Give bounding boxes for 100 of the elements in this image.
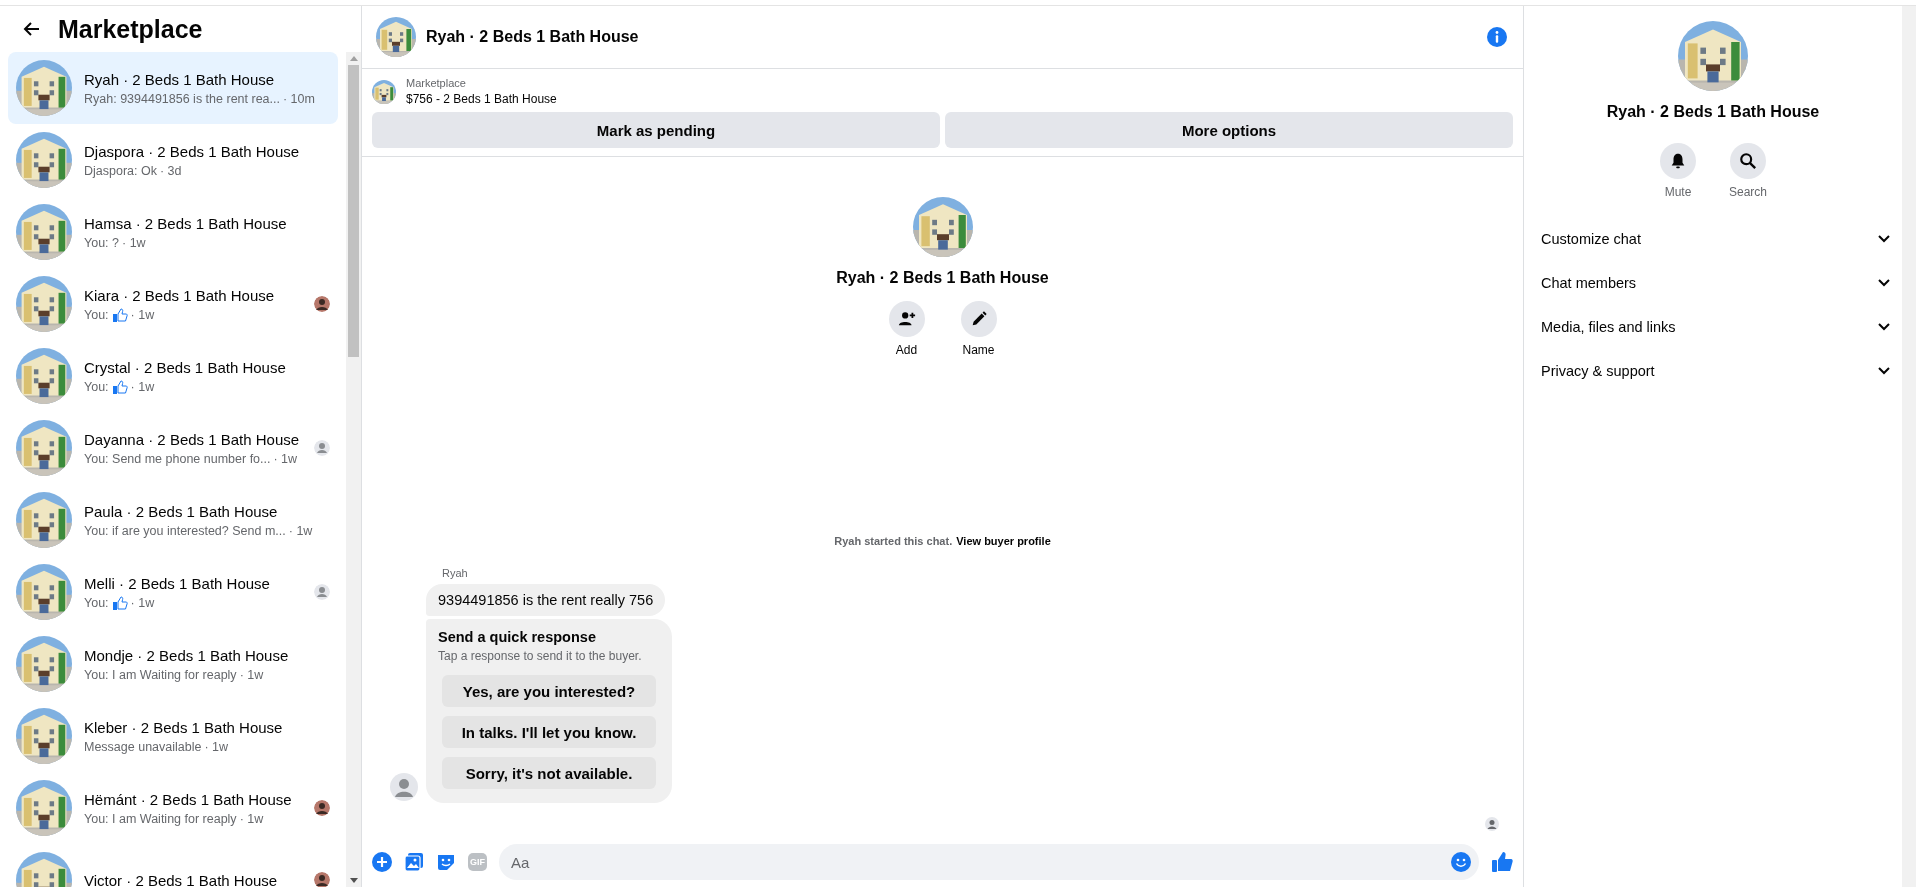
conversation-item[interactable]: Paula · 2 Beds 1 Bath House You: if are you interested? Send m... · 1w xyxy=(8,484,338,556)
conversation-item[interactable]: Kiara · 2 Beds 1 Bath House You: · 1w xyxy=(8,268,338,340)
conversation-item[interactable]: Melli · 2 Beds 1 Bath House You: · 1w xyxy=(8,556,338,628)
action-label: Name xyxy=(962,343,995,357)
conversation-item[interactable]: Mondje · 2 Beds 1 Bath House You: I am Waiting for reaply · 1w xyxy=(8,628,338,700)
action-button[interactable]: More options xyxy=(945,112,1513,148)
thumbs-up-icon[interactable] xyxy=(1491,851,1513,873)
section-label: Customize chat xyxy=(1541,231,1641,247)
message-preview: You: ? xyxy=(84,235,119,250)
quick-reply-button[interactable]: In talks. I'll let you know. xyxy=(442,716,656,748)
conversation-item[interactable]: Ryah · 2 Beds 1 Bath House Ryah: 9394491856 is the rent rea... · 10m xyxy=(8,52,338,124)
round-button[interactable] xyxy=(960,301,997,337)
conversation-item[interactable]: Kleber · 2 Beds 1 Bath House Message unavailable · 1w xyxy=(8,700,338,772)
sender-name: Ryah xyxy=(442,567,469,579)
message-time: · 1w xyxy=(122,235,146,250)
message-preview: You: Send me phone number fo... xyxy=(84,451,271,466)
accordion-row[interactable]: Media, files and links xyxy=(1541,305,1890,349)
scroll-down-arrow-icon[interactable] xyxy=(349,878,358,883)
search-icon xyxy=(1739,152,1757,170)
image-icon[interactable] xyxy=(404,852,424,872)
message-time: · 1w xyxy=(239,811,264,826)
message-time: · 1w xyxy=(239,667,264,682)
message-bubble: 9394491856 is the rent really 756 xyxy=(426,584,666,616)
quick-response-title: Send a quick response xyxy=(438,629,596,645)
conversation-item[interactable]: Djaspora · 2 Beds 1 Bath House Djaspora: Ok · 3d xyxy=(8,124,338,196)
conversation-title: Kleber · 2 Beds 1 Bath House xyxy=(84,718,284,736)
conversation-title: Dayanna · 2 Beds 1 Bath House xyxy=(84,430,301,448)
scrollbar-track[interactable] xyxy=(1902,6,1916,887)
avatar-icon xyxy=(390,773,418,801)
thumbs-up-icon xyxy=(111,595,128,610)
action-button[interactable]: Mark as pending xyxy=(372,112,940,148)
conversation-title: Crystal · 2 Beds 1 Bath House xyxy=(84,358,287,376)
message-preview: You: xyxy=(84,595,109,610)
conversation-item[interactable]: Crystal · 2 Beds 1 Bath House You: · 1w xyxy=(8,340,338,412)
message-preview: Message unavailable xyxy=(84,739,202,754)
message-preview: Ryah: 9394491856 is the rent rea... xyxy=(84,91,280,106)
message-time: · 1w xyxy=(273,451,298,466)
scroll-up-arrow-icon[interactable] xyxy=(349,56,358,61)
conversation-title: Melli · 2 Beds 1 Bath House xyxy=(84,574,271,592)
quick-response-hint: Tap a response to send it to the buyer. xyxy=(438,649,642,663)
message-preview: You: I am Waiting for reaply xyxy=(84,667,237,682)
action-label: Mute xyxy=(1664,185,1692,199)
profile-name: Ryah · 2 Beds 1 Bath House xyxy=(1606,103,1820,121)
accordion-row[interactable]: Chat members xyxy=(1541,261,1890,305)
plus-icon[interactable] xyxy=(372,852,392,872)
bell-icon xyxy=(1669,152,1687,170)
thumbs-up-icon xyxy=(111,379,128,394)
section-label: Privacy & support xyxy=(1541,363,1655,379)
conversation-title: Ryah · 2 Beds 1 Bath House xyxy=(84,70,276,88)
action-label: Add xyxy=(895,343,918,357)
message-preview: You: if are you interested? Send m... xyxy=(84,523,286,538)
message-time: · 1w xyxy=(204,739,229,754)
round-button[interactable] xyxy=(1730,143,1766,179)
accordion-row[interactable]: Privacy & support xyxy=(1541,349,1890,393)
seen-avatar-icon xyxy=(1485,817,1499,831)
chat-notice: Ryah started this chat. xyxy=(834,535,953,547)
seen-avatar-icon xyxy=(314,872,330,887)
message-time: · 1w xyxy=(288,523,313,538)
scrollbar[interactable] xyxy=(346,52,361,887)
conversation-title: Victor · 2 Beds 1 Bath House xyxy=(84,871,279,887)
conversation-title: Mondje · 2 Beds 1 Bath House xyxy=(84,646,290,664)
message-preview: You: I am Waiting for reaply xyxy=(84,811,237,826)
section-label: Media, files and links xyxy=(1541,319,1676,335)
quick-reply-button[interactable]: Yes, are you interested? xyxy=(442,675,656,707)
message-preview: Djaspora: Ok xyxy=(84,163,157,178)
message-time: · 1w xyxy=(130,307,155,322)
sidebar-title: Marketplace xyxy=(58,14,203,44)
emoji-icon[interactable] xyxy=(1451,852,1471,872)
section-label: Chat members xyxy=(1541,275,1637,291)
listing-title[interactable]: $756 - 2 Beds 1 Bath House xyxy=(406,92,557,106)
round-button[interactable] xyxy=(1660,143,1696,179)
conversation-title: Kiara · 2 Beds 1 Bath House xyxy=(84,286,276,304)
conversation-item[interactable]: Hëmánt · 2 Beds 1 Bath House You: I am Waiting for reaply · 1w xyxy=(8,772,338,844)
listing-label: Marketplace xyxy=(406,77,467,89)
conversation-title: Paula · 2 Beds 1 Bath House xyxy=(84,502,279,520)
conversation-item[interactable]: Victor · 2 Beds 1 Bath House xyxy=(8,844,338,887)
accordion-row[interactable]: Customize chat xyxy=(1541,217,1890,261)
seen-avatar-icon xyxy=(314,296,330,312)
buyer-profile-link[interactable]: View buyer profile xyxy=(956,535,1051,547)
message-input[interactable]: Aa xyxy=(499,844,1479,880)
thumbs-up-icon xyxy=(111,307,128,322)
seen-avatar-icon xyxy=(314,584,330,600)
message-time: · 1w xyxy=(130,595,155,610)
conversation-item[interactable]: Dayanna · 2 Beds 1 Bath House You: Send me phone number fo... · 1w xyxy=(8,412,338,484)
round-button[interactable] xyxy=(888,301,925,337)
conversation-title: Hamsa · 2 Beds 1 Bath House xyxy=(84,214,288,232)
message-time: · 10m xyxy=(282,91,315,106)
conversation-title: Djaspora · 2 Beds 1 Bath House xyxy=(84,142,301,160)
add-person-icon xyxy=(897,310,916,328)
conversation-item[interactable]: Hamsa · 2 Beds 1 Bath House You: ? · 1w xyxy=(8,196,338,268)
chat-title: Ryah · 2 Beds 1 Bath House xyxy=(426,28,640,46)
profile-name: Ryah · 2 Beds 1 Bath House xyxy=(836,269,1049,287)
quick-reply-button[interactable]: Sorry, it's not available. xyxy=(442,757,656,789)
action-label: Search xyxy=(1729,185,1767,199)
seen-avatar-icon xyxy=(314,440,330,456)
message-preview: You: xyxy=(84,307,109,322)
message-preview: You: xyxy=(84,379,109,394)
info-icon[interactable] xyxy=(1487,27,1507,47)
message-time: · 3d xyxy=(159,163,182,178)
sticker-icon[interactable] xyxy=(436,852,456,872)
